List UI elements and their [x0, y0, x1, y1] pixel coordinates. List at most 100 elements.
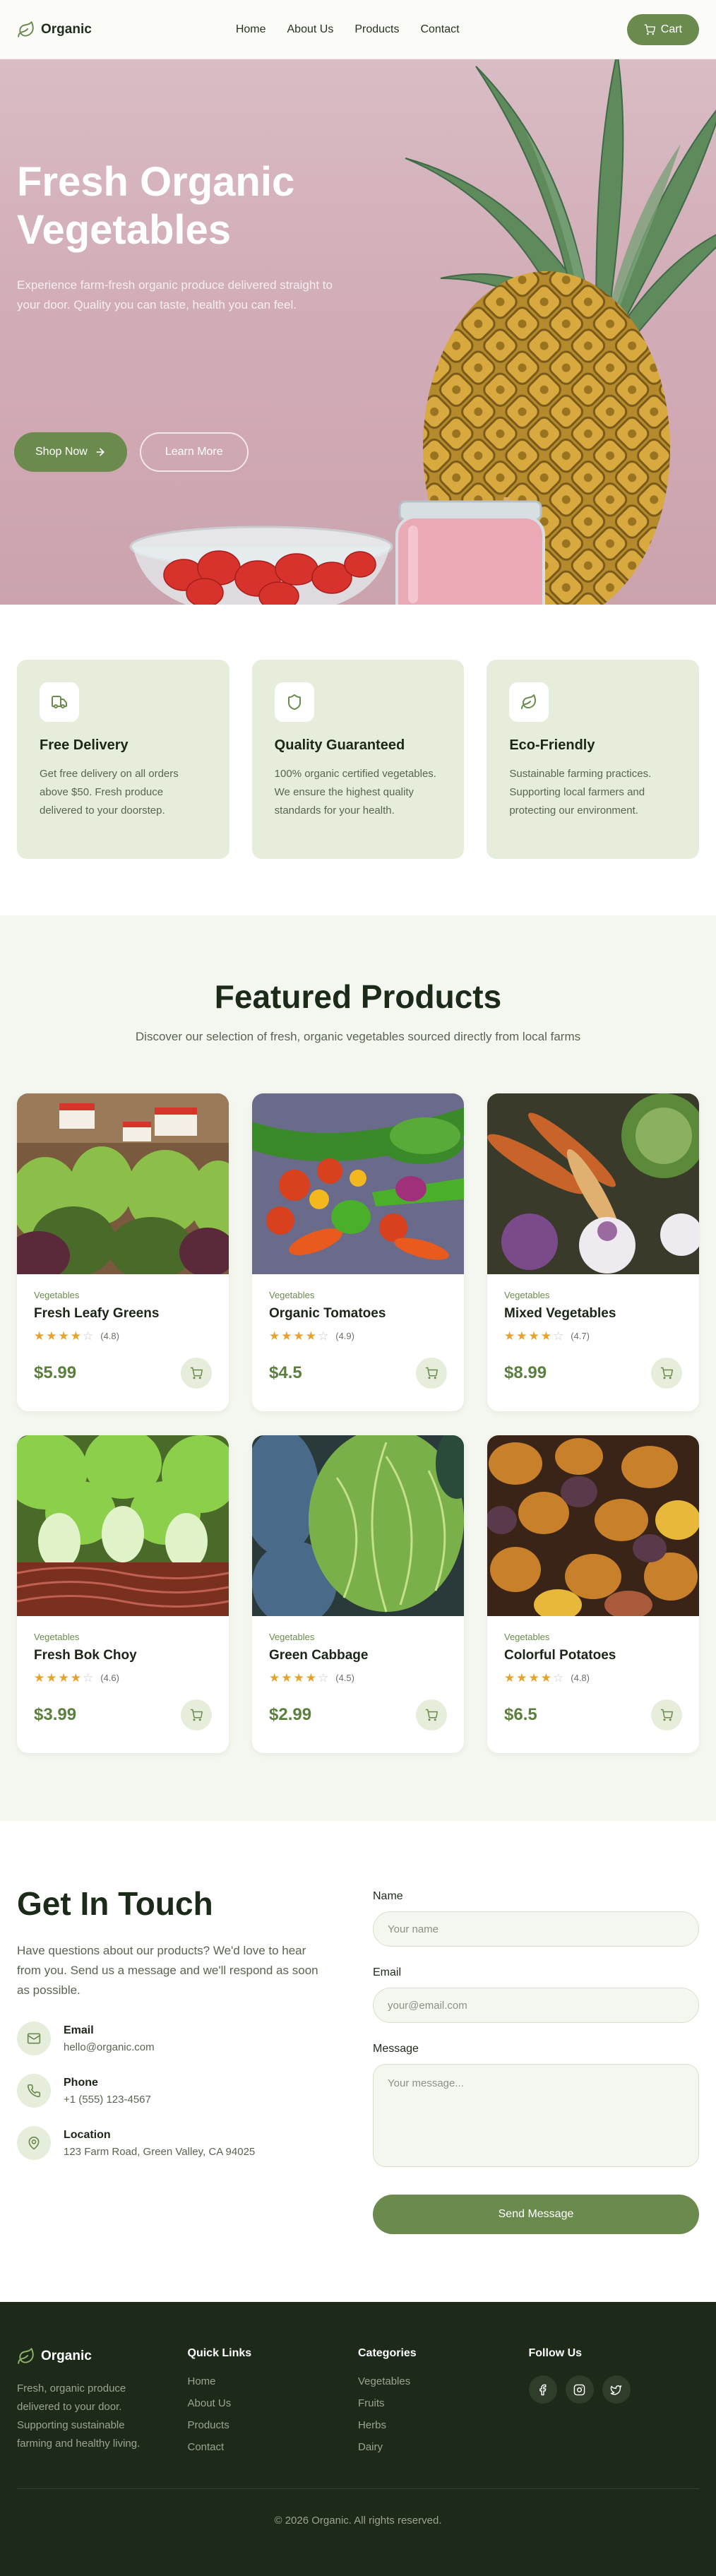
- contact-title: Get In Touch: [17, 1885, 213, 1922]
- nav-link-home[interactable]: Home: [236, 23, 266, 36]
- contact-value: 123 Farm Road, Green Valley, CA 94025: [64, 2145, 256, 2158]
- footer-brand-name: Organic: [41, 2349, 92, 2363]
- brand-name: Organic: [41, 21, 92, 37]
- add-to-cart-button[interactable]: [416, 1699, 447, 1731]
- email-label: Email: [373, 1966, 402, 1978]
- product-name: Mixed Vegetables: [504, 1306, 616, 1321]
- product-price: $4.5: [269, 1363, 302, 1382]
- shield-icon: [287, 694, 301, 711]
- footer: Organic Fresh, organic produce delivered…: [0, 2302, 716, 2576]
- feature-icon-box: [40, 682, 79, 722]
- contact-subtitle: Have questions about our products? We'd …: [17, 1944, 318, 1997]
- product-rating: ★ ★ ★ ★ ☆ (4.6): [34, 1672, 212, 1684]
- footer-category-herbs[interactable]: Herbs: [358, 2419, 529, 2431]
- product-card[interactable]: Vegetables Fresh Bok Choy ★ ★ ★ ★ ☆ (4.6) $3…: [17, 1435, 229, 1753]
- product-card[interactable]: Vegetables Colorful Potatoes ★ ★ ★ ★ ☆ (4.8)…: [487, 1435, 699, 1753]
- product-body: Vegetables Organic Tomatoes ★ ★ ★ ★ ☆ (4.9) …: [252, 1274, 464, 1404]
- footer-follow: Follow Us: [528, 2347, 700, 2463]
- product-rating: ★ ★ ★ ★ ☆ (4.8): [34, 1330, 212, 1342]
- follow-title: Follow Us: [528, 2347, 583, 2359]
- footer-link-products[interactable]: Products: [188, 2419, 359, 2431]
- star-icon: ★: [269, 1671, 280, 1685]
- facebook-icon: [539, 2384, 547, 2395]
- product-category: Vegetables: [269, 1632, 315, 1642]
- cart-label: Cart: [660, 23, 682, 35]
- learn-more-button[interactable]: Learn More: [139, 432, 249, 472]
- cart-icon: [425, 1709, 438, 1721]
- star-empty-icon: ☆: [83, 1671, 94, 1685]
- product-card[interactable]: Vegetables Organic Tomatoes ★ ★ ★ ★ ☆ (4.9) …: [252, 1093, 464, 1411]
- send-message-button[interactable]: Send Message: [373, 2195, 699, 2234]
- star-icon: ★: [293, 1329, 304, 1343]
- instagram-link[interactable]: [565, 2375, 594, 2404]
- add-to-cart-button[interactable]: [181, 1699, 212, 1731]
- star-empty-icon: ☆: [553, 1329, 564, 1343]
- star-icon: ★: [540, 1329, 551, 1343]
- footer-link-about[interactable]: About Us: [188, 2397, 359, 2409]
- feature-icon-box: [274, 682, 314, 722]
- contact-location: Location 123 Farm Road, Green Valley, CA…: [17, 2126, 328, 2160]
- product-name: Green Cabbage: [269, 1648, 369, 1663]
- product-price: $5.99: [34, 1363, 77, 1382]
- message-textarea[interactable]: [373, 2064, 699, 2167]
- nav-link-products[interactable]: Products: [354, 23, 399, 36]
- product-footer: $5.99: [34, 1358, 212, 1389]
- twitter-icon: [610, 2385, 622, 2395]
- arrow-right-icon: [96, 448, 105, 456]
- product-grid: Vegetables Fresh Leafy Greens ★ ★ ★ ★ ☆ (4.8…: [17, 1093, 699, 1753]
- shop-now-label: Shop Now: [35, 446, 88, 458]
- add-to-cart-button[interactable]: [416, 1358, 447, 1389]
- product-footer: $2.99: [269, 1699, 447, 1731]
- footer-columns: Organic Fresh, organic produce delivered…: [17, 2347, 699, 2463]
- contact-phone: Phone +1 (555) 123-4567: [17, 2074, 328, 2108]
- footer-brand[interactable]: Organic: [17, 2347, 188, 2366]
- name-input[interactable]: [373, 1911, 699, 1947]
- footer-link-contact[interactable]: Contact: [188, 2441, 359, 2453]
- hero-buttons: Shop Now Learn More: [14, 432, 249, 472]
- shop-now-button[interactable]: Shop Now: [14, 432, 127, 472]
- add-to-cart-button[interactable]: [651, 1699, 682, 1731]
- product-name: Fresh Leafy Greens: [34, 1306, 160, 1321]
- footer-category-fruits[interactable]: Fruits: [358, 2397, 529, 2409]
- add-to-cart-button[interactable]: [651, 1358, 682, 1389]
- star-icon: ★: [281, 1671, 292, 1685]
- nav-link-contact[interactable]: Contact: [420, 23, 459, 36]
- contact-label: Email: [64, 2024, 94, 2036]
- product-category: Vegetables: [504, 1290, 550, 1300]
- feature-title: Quality Guaranteed: [274, 737, 405, 753]
- product-card[interactable]: Vegetables Mixed Vegetables ★ ★ ★ ★ ☆ (4.7) …: [487, 1093, 699, 1411]
- star-icon: ★: [46, 1329, 57, 1343]
- cart-button[interactable]: Cart: [626, 13, 699, 45]
- product-rating: ★ ★ ★ ★ ☆ (4.8): [504, 1672, 682, 1684]
- map-pin-icon: [28, 2136, 40, 2150]
- products-title: Featured Products: [214, 978, 502, 1015]
- facebook-link[interactable]: [528, 2375, 557, 2404]
- message-label: Message: [373, 2043, 419, 2055]
- product-rating: ★ ★ ★ ★ ☆ (4.5): [269, 1672, 447, 1684]
- footer-category-vegetables[interactable]: Vegetables: [358, 2375, 529, 2387]
- footer-category-dairy[interactable]: Dairy: [358, 2441, 529, 2453]
- product-card[interactable]: Vegetables Fresh Leafy Greens ★ ★ ★ ★ ☆ (4.8…: [17, 1093, 229, 1411]
- email-input[interactable]: [373, 1988, 699, 2023]
- twitter-link[interactable]: [602, 2375, 631, 2404]
- footer-about-text: Fresh, organic produce delivered to your…: [17, 2382, 141, 2450]
- add-to-cart-button[interactable]: [181, 1358, 212, 1389]
- rating-value: (4.5): [335, 1673, 354, 1683]
- star-empty-icon: ☆: [318, 1329, 329, 1343]
- email-field-group: Email: [373, 1966, 699, 2023]
- product-footer: $8.99: [504, 1358, 682, 1389]
- featured-products: Featured Products Discover our selection…: [0, 915, 716, 1821]
- nav-link-about[interactable]: About Us: [287, 23, 334, 36]
- quick-links-list: Home About Us Products Contact: [188, 2375, 359, 2453]
- product-price: $2.99: [269, 1705, 312, 1724]
- feature-card-delivery: Free Delivery Get free delivery on all o…: [17, 660, 229, 859]
- star-icon: ★: [305, 1671, 316, 1685]
- product-card[interactable]: Vegetables Green Cabbage ★ ★ ★ ★ ☆ (4.5) $2.…: [252, 1435, 464, 1753]
- footer-link-home[interactable]: Home: [188, 2375, 359, 2387]
- contact-icon-circle: [17, 2126, 51, 2160]
- brand[interactable]: Organic: [17, 20, 92, 39]
- contact-form: Name Email Message Send Message: [373, 1884, 699, 2234]
- hero-subtitle: Experience farm-fresh organic produce de…: [17, 278, 333, 311]
- categories-title: Categories: [358, 2347, 417, 2359]
- leafy-greens-image: [17, 1093, 229, 1274]
